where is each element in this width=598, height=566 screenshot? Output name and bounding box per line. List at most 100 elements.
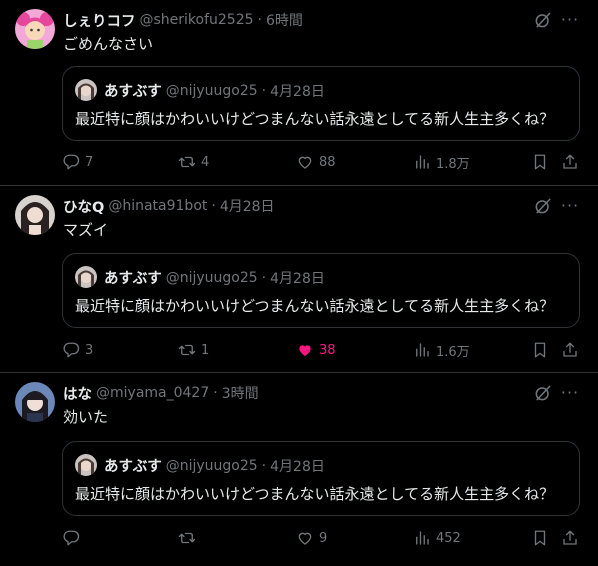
repost-icon — [178, 529, 196, 547]
like-count: 38 — [319, 342, 336, 358]
share-icon — [561, 341, 579, 359]
share-button[interactable] — [561, 340, 579, 360]
bookmark-icon — [531, 529, 549, 547]
post-header: ひなQ @hinata91bot · 4月28日 — [63, 196, 275, 216]
views-button[interactable]: 1.8万 — [413, 152, 470, 172]
like-button[interactable]: 9 — [296, 528, 327, 548]
quoted-handle: @nijyuugo25 — [165, 457, 258, 474]
quoted-post[interactable]: あすぶす @nijyuugo25 · 4月28日 最近特に顔はかわいいけどつまん… — [62, 66, 580, 141]
like-button[interactable]: 88 — [296, 152, 336, 172]
action-bar: 3 1 38 1.6万 — [0, 340, 598, 360]
post[interactable]: はな @miyama_0427 · 3時間 ··· 効いた あすぶす @nijy… — [0, 373, 598, 566]
timestamp[interactable]: 3時間 — [222, 383, 259, 403]
like-icon — [296, 529, 314, 547]
share-icon — [561, 529, 579, 547]
avatar[interactable] — [15, 195, 55, 235]
post-text: ごめんなさい — [63, 35, 154, 53]
display-name[interactable]: はな — [63, 383, 92, 404]
reply-button[interactable] — [62, 528, 85, 548]
views-icon — [413, 341, 431, 359]
share-icon — [561, 153, 579, 171]
quoted-header: あすぶす @nijyuugo25 · 4月28日 — [104, 455, 325, 476]
views-button[interactable]: 1.6万 — [413, 340, 470, 360]
post-header: しぇりコフ @sherikofu2525 · 6時間 — [63, 10, 303, 30]
post-header: はな @miyama_0427 · 3時間 — [63, 383, 259, 403]
more-icon[interactable]: ··· — [560, 196, 580, 216]
repost-icon — [178, 341, 196, 359]
more-icon[interactable]: ··· — [560, 383, 580, 403]
quoted-avatar — [75, 454, 97, 476]
separator-dot: · — [257, 12, 262, 28]
action-bar: 7 4 88 1.8万 — [0, 152, 598, 172]
grok-icon[interactable] — [533, 383, 553, 403]
separator-dot: · — [261, 457, 267, 474]
quoted-timestamp: 4月28日 — [270, 458, 325, 475]
post-text: 効いた — [63, 408, 109, 426]
share-button[interactable] — [561, 152, 579, 172]
repost-button[interactable]: 1 — [178, 340, 209, 360]
bookmark-button[interactable] — [531, 340, 549, 360]
repost-button[interactable] — [178, 528, 201, 548]
quoted-post[interactable]: あすぶす @nijyuugo25 · 4月28日 最近特に顔はかわいいけどつまん… — [62, 253, 580, 328]
reply-icon — [62, 341, 80, 359]
view-count: 1.6万 — [436, 344, 470, 360]
display-name[interactable]: しぇりコフ — [63, 10, 136, 31]
post[interactable]: ひなQ @hinata91bot · 4月28日 ··· マズイ あすぶす @n… — [0, 186, 598, 373]
like-count: 88 — [319, 154, 336, 170]
separator-dot: · — [261, 82, 267, 99]
quoted-text: 最近特に顔はかわいいけどつまんない話永遠としてる新人生主多くね？ — [75, 297, 555, 315]
views-icon — [413, 153, 431, 171]
quoted-handle: @nijyuugo25 — [165, 269, 258, 286]
views-icon — [413, 529, 431, 547]
bookmark-icon — [531, 153, 549, 171]
post-text: マズイ — [63, 221, 109, 239]
timestamp[interactable]: 6時間 — [266, 10, 303, 30]
user-handle[interactable]: @miyama_0427 — [96, 385, 209, 401]
repost-count: 1 — [201, 342, 210, 358]
quoted-handle: @nijyuugo25 — [165, 82, 258, 99]
bookmark-button[interactable] — [531, 528, 549, 548]
share-button[interactable] — [561, 528, 579, 548]
separator-dot: · — [213, 385, 218, 401]
repost-icon — [178, 153, 196, 171]
bookmark-icon — [531, 341, 549, 359]
quoted-timestamp: 4月28日 — [270, 83, 325, 100]
repost-button[interactable]: 4 — [178, 152, 209, 172]
quoted-header: あすぶす @nijyuugo25 · 4月28日 — [104, 80, 325, 101]
reply-button[interactable]: 3 — [62, 340, 93, 360]
avatar[interactable] — [15, 9, 55, 49]
more-icon[interactable]: ··· — [560, 10, 580, 30]
quoted-text: 最近特に顔はかわいいけどつまんない話永遠としてる新人生主多くね？ — [75, 485, 555, 503]
like-count: 9 — [319, 530, 328, 546]
quoted-post[interactable]: あすぶす @nijyuugo25 · 4月28日 最近特に顔はかわいいけどつまん… — [62, 441, 580, 516]
quoted-timestamp: 4月28日 — [270, 270, 325, 287]
action-bar: 9 452 — [0, 528, 598, 548]
repost-count: 4 — [201, 154, 210, 170]
avatar[interactable] — [15, 382, 55, 422]
reply-button[interactable]: 7 — [62, 152, 93, 172]
post[interactable]: しぇりコフ @sherikofu2525 · 6時間 ··· ごめんなさい あす… — [0, 0, 598, 186]
view-count: 1.8万 — [436, 156, 470, 172]
quoted-avatar — [75, 79, 97, 101]
reply-count: 3 — [85, 342, 94, 358]
separator-dot: · — [211, 198, 216, 214]
reply-icon — [62, 529, 80, 547]
timestamp[interactable]: 4月28日 — [220, 196, 275, 216]
views-button[interactable]: 452 — [413, 528, 461, 548]
user-handle[interactable]: @hinata91bot — [108, 198, 207, 214]
quoted-avatar — [75, 266, 97, 288]
quoted-display-name: あすぶす — [104, 271, 162, 287]
quoted-display-name: あすぶす — [104, 459, 162, 475]
reply-count: 7 — [85, 154, 94, 170]
separator-dot: · — [261, 269, 267, 286]
display-name[interactable]: ひなQ — [63, 196, 104, 217]
user-handle[interactable]: @sherikofu2525 — [140, 12, 254, 28]
grok-icon[interactable] — [533, 196, 553, 216]
reply-icon — [62, 153, 80, 171]
view-count: 452 — [436, 530, 461, 546]
quoted-display-name: あすぶす — [104, 84, 162, 100]
like-button[interactable]: 38 — [296, 340, 336, 360]
like-icon — [296, 341, 314, 359]
grok-icon[interactable] — [533, 10, 553, 30]
bookmark-button[interactable] — [531, 152, 549, 172]
